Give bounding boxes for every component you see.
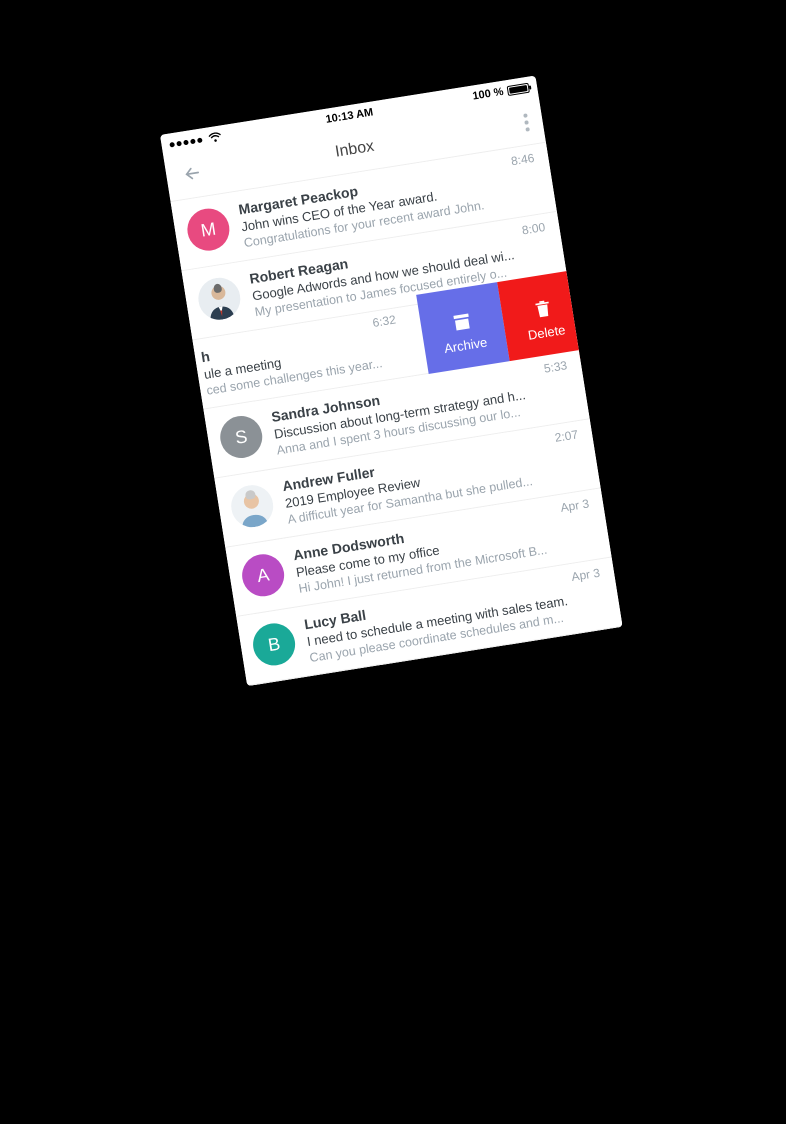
phone-frame: 10:13 AM 100 % Inbox M Margaret Peackop bbox=[160, 76, 623, 687]
avatar-photo bbox=[195, 275, 243, 323]
delete-label: Delete bbox=[527, 322, 566, 343]
avatar-letter: S bbox=[217, 413, 265, 461]
message-list[interactable]: M Margaret Peackop John wins CEO of the … bbox=[171, 143, 623, 686]
trash-icon bbox=[532, 298, 555, 321]
archive-icon bbox=[451, 311, 474, 334]
avatar-letter: A bbox=[239, 551, 287, 599]
avatar-photo bbox=[228, 482, 276, 530]
archive-label: Archive bbox=[443, 334, 488, 356]
avatar-letter: M bbox=[184, 206, 232, 254]
avatar-letter: B bbox=[250, 620, 298, 668]
